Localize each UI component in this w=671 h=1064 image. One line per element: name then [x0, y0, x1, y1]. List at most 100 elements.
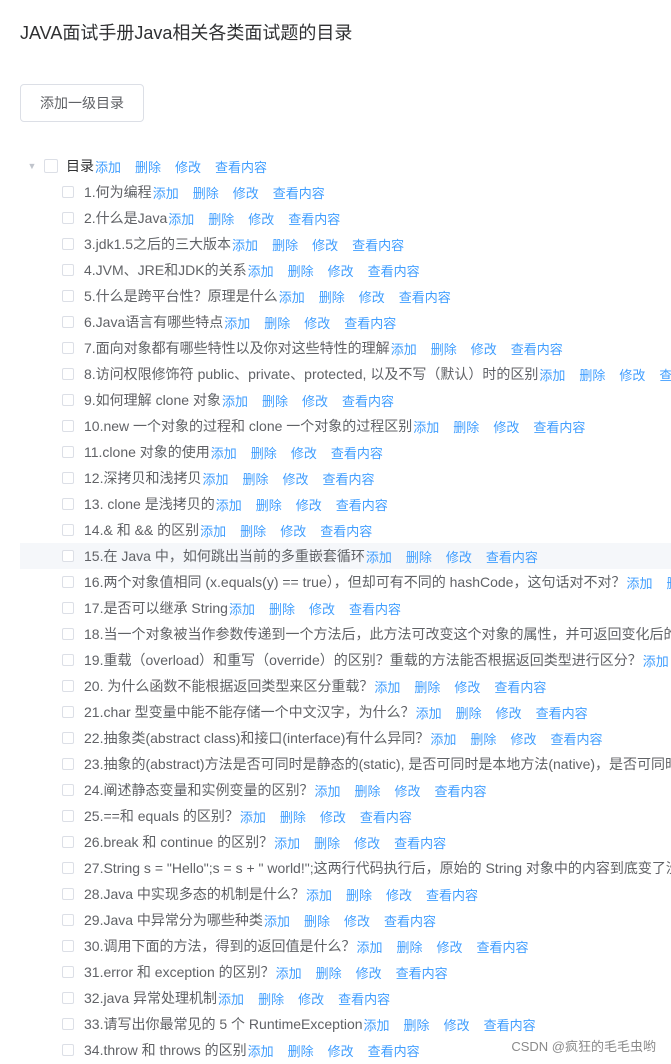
edit-link[interactable]: 修改 — [280, 521, 306, 540]
view-content-link[interactable]: 查看内容 — [215, 157, 267, 176]
view-content-link[interactable]: 查看内容 — [399, 287, 451, 306]
view-content-link[interactable]: 查看内容 — [494, 677, 546, 696]
view-content-link[interactable]: 查看内容 — [336, 495, 388, 514]
tree-node[interactable]: 13. clone 是浅拷贝的 添加 删除 修改 查看内容 — [20, 491, 671, 517]
node-checkbox[interactable] — [62, 290, 74, 302]
view-content-link[interactable]: 查看内容 — [533, 417, 585, 436]
view-content-link[interactable]: 查看内容 — [435, 781, 487, 800]
delete-link[interactable]: 删除 — [579, 365, 605, 384]
delete-link[interactable]: 删除 — [269, 599, 295, 618]
add-link[interactable]: 添加 — [229, 599, 255, 618]
delete-link[interactable]: 删除 — [314, 833, 340, 852]
edit-link[interactable]: 修改 — [312, 235, 338, 254]
node-checkbox[interactable] — [62, 966, 74, 978]
node-checkbox[interactable] — [62, 602, 74, 614]
delete-link[interactable]: 删除 — [316, 963, 342, 982]
tree-node[interactable]: 30.调用下面的方法，得到的返回值是什么？ 添加 删除 修改 查看内容 — [20, 933, 671, 959]
tree-node[interactable]: 29.Java 中异常分为哪些种类 添加 删除 修改 查看内容 — [20, 907, 671, 933]
delete-link[interactable]: 删除 — [319, 287, 345, 306]
add-link[interactable]: 添加 — [643, 651, 669, 670]
view-content-link[interactable]: 查看内容 — [426, 885, 478, 904]
add-link[interactable]: 添加 — [202, 469, 228, 488]
edit-link[interactable]: 修改 — [510, 729, 536, 748]
node-checkbox[interactable] — [62, 810, 74, 822]
tree-node[interactable]: 8.访问权限修饰符 public、private、protected, 以及不写… — [20, 361, 671, 387]
add-link[interactable]: 添加 — [416, 703, 442, 722]
tree-node[interactable]: 14.& 和 && 的区别 添加 删除 修改 查看内容 — [20, 517, 671, 543]
add-link[interactable]: 添加 — [240, 807, 266, 826]
node-checkbox[interactable] — [62, 862, 74, 874]
view-content-link[interactable]: 查看内容 — [323, 469, 375, 488]
edit-link[interactable]: 修改 — [328, 261, 354, 280]
add-link[interactable]: 添加 — [218, 989, 244, 1008]
view-content-link[interactable]: 查看内容 — [349, 599, 401, 618]
view-content-link[interactable]: 查看内容 — [484, 1015, 536, 1034]
edit-link[interactable]: 修改 — [291, 443, 317, 462]
delete-link[interactable]: 删除 — [456, 703, 482, 722]
view-content-link[interactable]: 查看内容 — [394, 833, 446, 852]
tree-node[interactable]: 25.==和 equals 的区别？ 添加 删除 修改 查看内容 — [20, 803, 671, 829]
add-link[interactable]: 添加 — [374, 677, 400, 696]
view-content-link[interactable]: 查看内容 — [511, 339, 563, 358]
caret-down-icon[interactable]: ▼ — [20, 161, 44, 171]
view-content-link[interactable]: 查看内容 — [486, 547, 538, 566]
edit-link[interactable]: 修改 — [328, 1041, 354, 1060]
tree-node[interactable]: 1.何为编程 添加 删除 修改 查看内容 — [20, 179, 671, 205]
edit-link[interactable]: 修改 — [283, 469, 309, 488]
node-checkbox[interactable] — [62, 524, 74, 536]
view-content-link[interactable]: 查看内容 — [331, 443, 383, 462]
delete-link[interactable]: 删除 — [280, 807, 306, 826]
add-link[interactable]: 添加 — [211, 443, 237, 462]
node-checkbox[interactable] — [44, 159, 58, 173]
add-link[interactable]: 添加 — [274, 833, 300, 852]
delete-link[interactable]: 删除 — [396, 937, 422, 956]
delete-link[interactable]: 删除 — [406, 547, 432, 566]
delete-link[interactable]: 删除 — [346, 885, 372, 904]
tree-node[interactable]: 23.抽象的(abstract)方法是否可同时是静态的(static), 是否可… — [20, 751, 671, 777]
node-checkbox[interactable] — [62, 940, 74, 952]
node-checkbox[interactable] — [62, 446, 74, 458]
node-checkbox[interactable] — [62, 680, 74, 692]
add-link[interactable]: 添加 — [232, 235, 258, 254]
delete-link[interactable]: 删除 — [666, 573, 671, 592]
tree-node[interactable]: 3.jdk1.5之后的三大版本 添加 删除 修改 查看内容 — [20, 231, 671, 257]
tree-node[interactable]: 7.面向对象都有哪些特性以及你对这些特性的理解 添加 删除 修改 查看内容 — [20, 335, 671, 361]
node-checkbox[interactable] — [62, 368, 74, 380]
tree-node[interactable]: 12.深拷贝和浅拷贝 添加 删除 修改 查看内容 — [20, 465, 671, 491]
tree-node[interactable]: 18.当一个对象被当作参数传递到一个方法后，此方法可改变这个对象的属性，并可返回… — [20, 621, 671, 647]
tree-node-root[interactable]: ▼ 目录 添加 删除 修改 查看内容 — [20, 153, 671, 179]
view-content-link[interactable]: 查看内容 — [273, 183, 325, 202]
tree-node[interactable]: 24.阐述静态变量和实例变量的区别？ 添加 删除 修改 查看内容 — [20, 777, 671, 803]
node-checkbox[interactable] — [62, 706, 74, 718]
tree-node[interactable]: 28.Java 中实现多态的机制是什么？ 添加 删除 修改 查看内容 — [20, 881, 671, 907]
view-content-link[interactable]: 查看内容 — [344, 313, 396, 332]
add-link[interactable]: 添加 — [279, 287, 305, 306]
edit-link[interactable]: 修改 — [446, 547, 472, 566]
edit-link[interactable]: 修改 — [386, 885, 412, 904]
view-content-link[interactable]: 查看内容 — [659, 365, 671, 384]
add-link[interactable]: 添加 — [224, 313, 250, 332]
add-root-directory-button[interactable]: 添加一级目录 — [20, 84, 144, 122]
delete-link[interactable]: 删除 — [288, 1041, 314, 1060]
node-checkbox[interactable] — [62, 784, 74, 796]
node-checkbox[interactable] — [62, 1018, 74, 1030]
edit-link[interactable]: 修改 — [395, 781, 421, 800]
delete-link[interactable]: 删除 — [242, 469, 268, 488]
edit-link[interactable]: 修改 — [454, 677, 480, 696]
edit-link[interactable]: 修改 — [444, 1015, 470, 1034]
tree-node[interactable]: 19.重载（overload）和重写（override）的区别？重载的方法能否根… — [20, 647, 671, 673]
tree-node[interactable]: 21.char 型变量中能不能存储一个中文汉字，为什么？ 添加 删除 修改 查看内容 — [20, 699, 671, 725]
node-checkbox[interactable] — [62, 316, 74, 328]
add-link[interactable]: 添加 — [356, 937, 382, 956]
view-content-link[interactable]: 查看内容 — [288, 209, 340, 228]
tree-node[interactable]: 4.JVM、JRE和JDK的关系 添加 删除 修改 查看内容 — [20, 257, 671, 283]
edit-link[interactable]: 修改 — [493, 417, 519, 436]
delete-link[interactable]: 删除 — [354, 781, 380, 800]
view-content-link[interactable]: 查看内容 — [320, 521, 372, 540]
edit-link[interactable]: 修改 — [437, 937, 463, 956]
delete-link[interactable]: 删除 — [240, 521, 266, 540]
tree-node[interactable]: 10.new 一个对象的过程和 clone 一个对象的过程区别 添加 删除 修改 查看内… — [20, 413, 671, 439]
node-checkbox[interactable] — [62, 758, 74, 770]
delete-link[interactable]: 删除 — [256, 495, 282, 514]
delete-link[interactable]: 删除 — [264, 313, 290, 332]
